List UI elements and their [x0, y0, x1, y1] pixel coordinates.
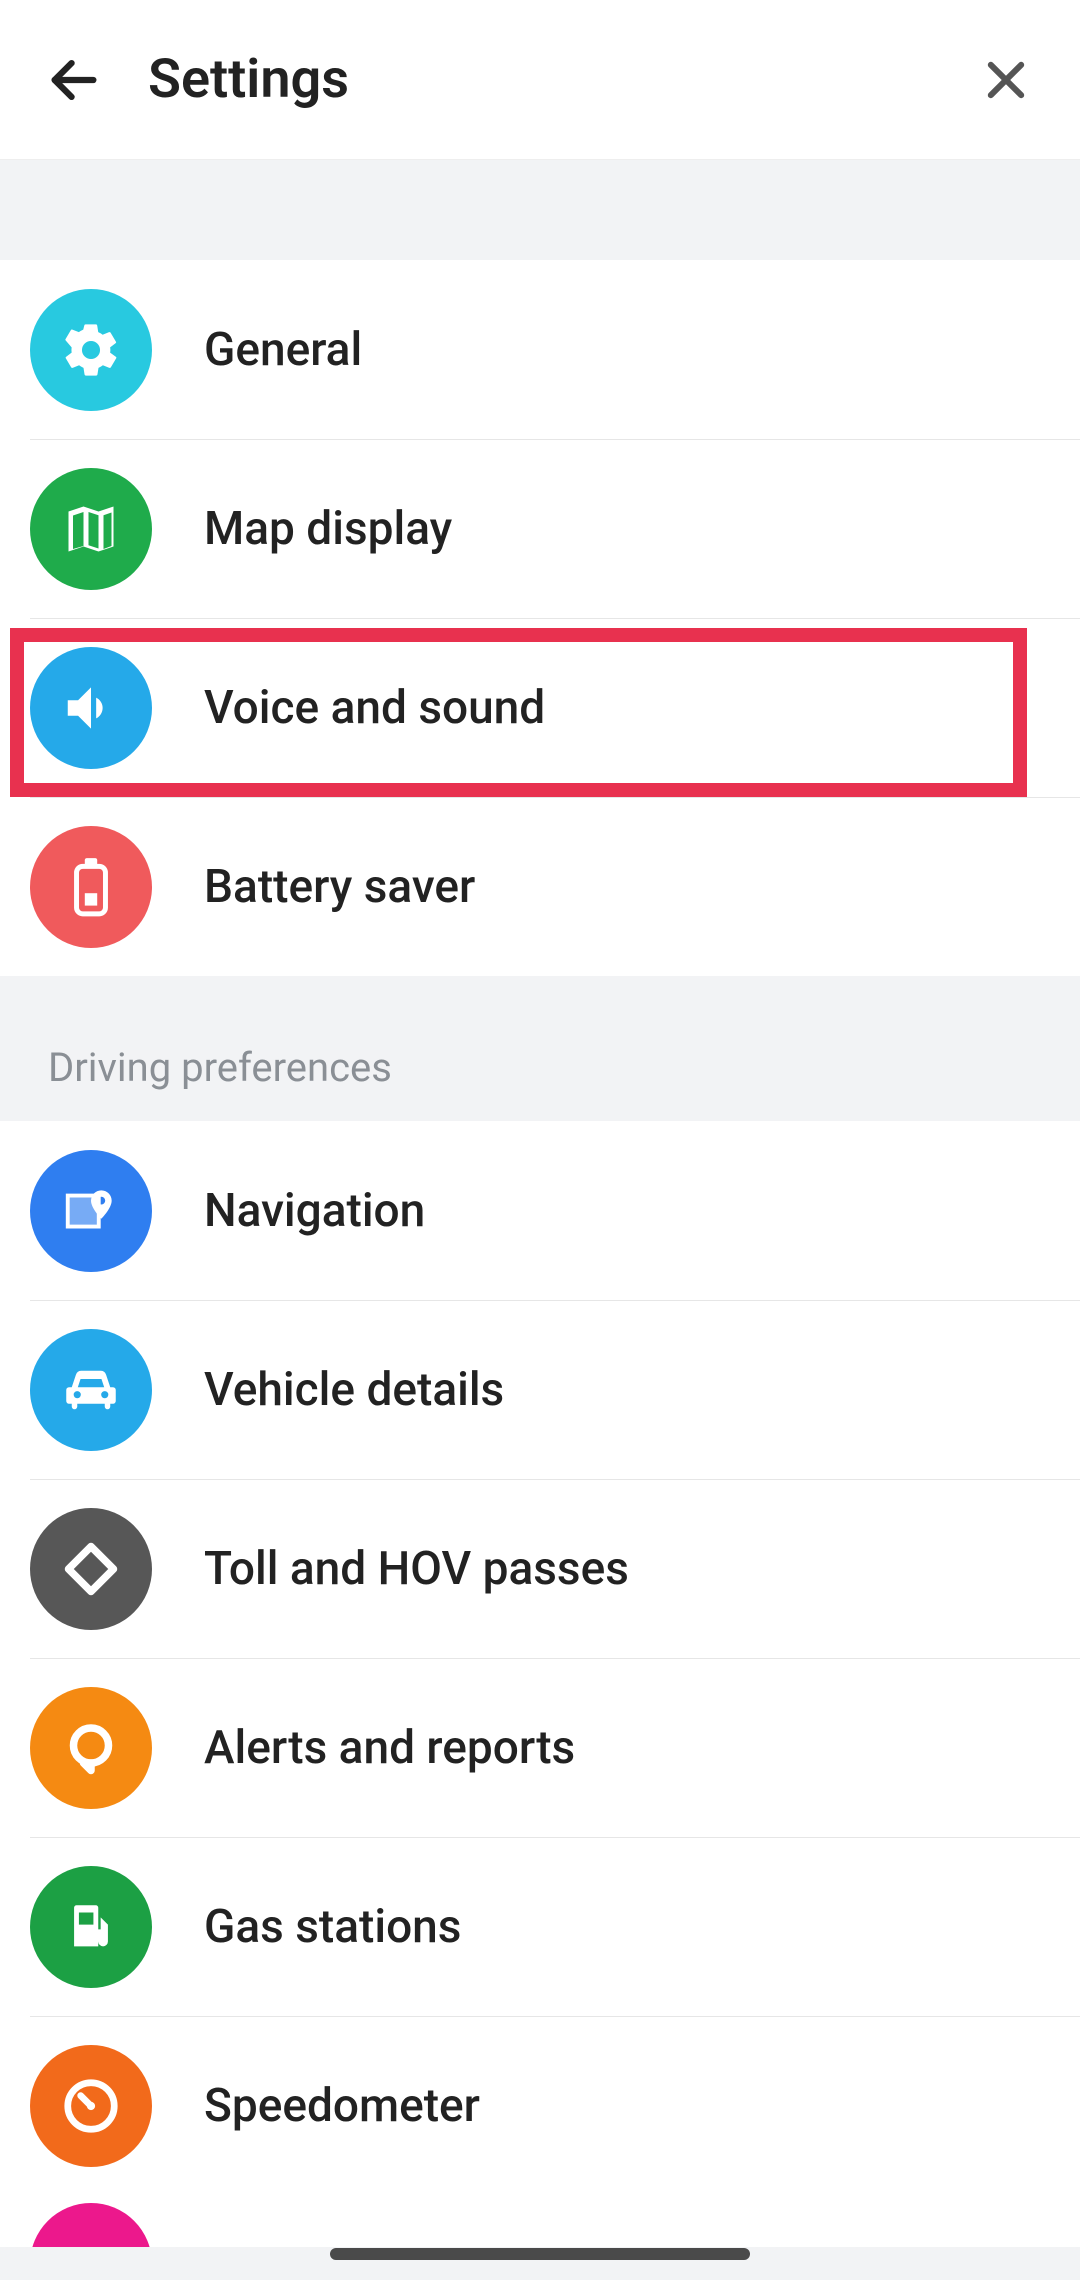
settings-item-navigation[interactable]: Navigation	[0, 1121, 1080, 1300]
battery-icon	[30, 826, 152, 948]
settings-item-battery-saver[interactable]: Battery saver	[0, 797, 1080, 976]
car-icon	[30, 1329, 152, 1451]
map-icon	[30, 468, 152, 590]
arrow-left-icon	[45, 51, 103, 109]
settings-item-label: Alerts and reports	[204, 1721, 575, 1775]
next-icon	[30, 2203, 152, 2247]
settings-item-general[interactable]: General	[0, 260, 1080, 439]
settings-item-label: Toll and HOV passes	[204, 1542, 629, 1596]
section-gap	[0, 160, 1080, 260]
alert-bubble-icon	[30, 1687, 152, 1809]
settings-item-label: Vehicle details	[204, 1363, 504, 1417]
settings-item-label: Voice and sound	[204, 681, 545, 735]
back-button[interactable]	[44, 50, 104, 110]
fuel-pump-icon	[30, 1866, 152, 1988]
settings-item-alerts-reports[interactable]: Alerts and reports	[0, 1658, 1080, 1837]
navigation-icon	[30, 1150, 152, 1272]
speedometer-icon	[30, 2045, 152, 2167]
settings-item-label: General	[204, 323, 362, 377]
settings-item-next[interactable]	[0, 2195, 1080, 2247]
gear-icon	[30, 289, 152, 411]
settings-list-extra	[0, 2195, 1080, 2247]
settings-item-label: Navigation	[204, 1184, 425, 1238]
settings-item-label: Map display	[204, 502, 452, 556]
section-title-driving: Driving preferences	[0, 976, 1080, 1121]
settings-item-voice-and-sound[interactable]: Voice and sound	[0, 618, 1080, 797]
close-icon	[980, 54, 1032, 106]
settings-item-vehicle-details[interactable]: Vehicle details	[0, 1300, 1080, 1479]
settings-list-main: General Map display Voice and sound Batt…	[0, 260, 1080, 976]
settings-item-label: Speedometer	[204, 2079, 480, 2133]
settings-item-gas-stations[interactable]: Gas stations	[0, 1837, 1080, 2016]
diamond-icon	[30, 1508, 152, 1630]
settings-list-driving: Navigation Vehicle details Toll and HOV …	[0, 1121, 1080, 2195]
settings-item-map-display[interactable]: Map display	[0, 439, 1080, 618]
speaker-icon	[30, 647, 152, 769]
settings-item-label: Battery saver	[204, 860, 475, 914]
home-indicator	[330, 2248, 750, 2260]
settings-item-speedometer[interactable]: Speedometer	[0, 2016, 1080, 2195]
page-title: Settings	[148, 48, 976, 111]
header: Settings	[0, 0, 1080, 160]
close-button[interactable]	[976, 50, 1036, 110]
settings-item-toll-hov[interactable]: Toll and HOV passes	[0, 1479, 1080, 1658]
settings-item-label: Gas stations	[204, 1900, 461, 1954]
